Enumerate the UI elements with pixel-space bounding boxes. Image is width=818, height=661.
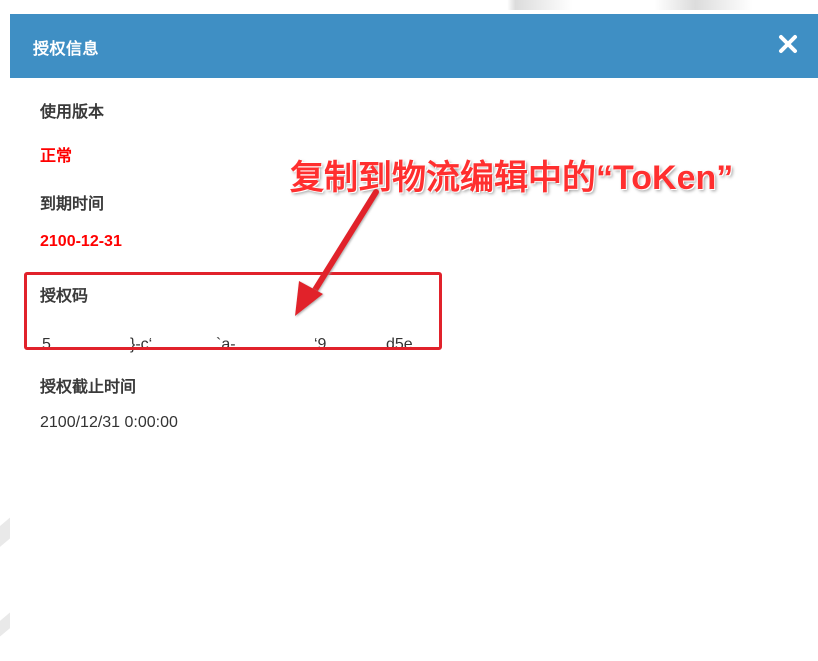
- version-label: 使用版本: [40, 104, 105, 121]
- close-icon: [777, 33, 799, 60]
- dialog-title: 授权信息: [33, 41, 100, 58]
- expiry-label: 到期时间: [40, 196, 105, 213]
- auth-deadline-value: 2100/12/31 0:00:00: [40, 414, 178, 431]
- background-top-strip: [0, 0, 818, 10]
- expiry-value: 2100-12-31: [40, 233, 122, 250]
- dialog-header: 授权信息: [10, 14, 818, 78]
- version-value: 正常: [40, 148, 73, 165]
- auth-deadline-label: 授权截止时间: [40, 379, 137, 396]
- annotation-arrow: [295, 189, 379, 316]
- close-button[interactable]: [772, 30, 804, 62]
